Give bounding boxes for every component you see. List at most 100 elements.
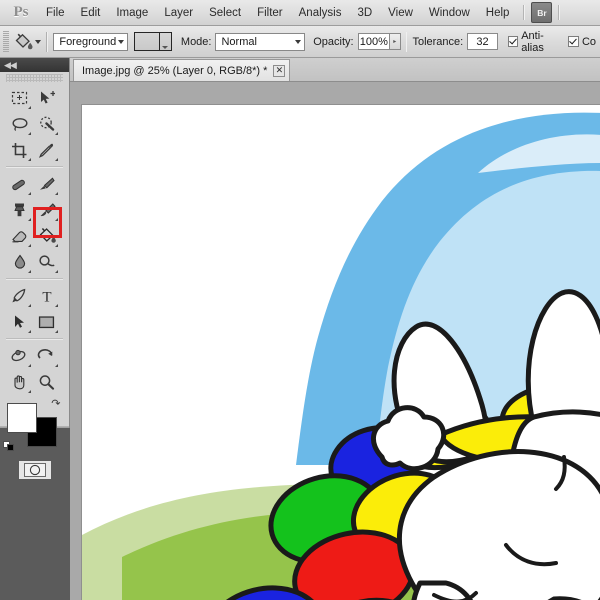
flyout-indicator	[55, 330, 58, 333]
flyout-indicator	[55, 192, 58, 195]
document-tab[interactable]: Image.jpg @ 25% (Layer 0, RGB/8*) * ✕	[73, 59, 291, 81]
menu-layer[interactable]: Layer	[156, 4, 201, 22]
flyout-indicator	[28, 390, 31, 393]
flyout-indicator	[55, 270, 58, 273]
menu-image[interactable]: Image	[108, 4, 156, 22]
tool-marquee[interactable]	[6, 85, 33, 111]
tool-hand[interactable]	[6, 369, 33, 395]
tool-eyedropper[interactable]	[33, 137, 60, 163]
tool-zoom[interactable]	[33, 369, 60, 395]
menu-help[interactable]: Help	[478, 4, 518, 22]
opacity-label: Opacity:	[313, 35, 354, 48]
options-divider-2	[405, 31, 408, 52]
document-canvas[interactable]	[82, 105, 600, 600]
collapse-arrows-icon: ◀◀	[4, 59, 17, 70]
tool-lasso[interactable]	[6, 111, 33, 137]
tool-3d-rotate[interactable]	[6, 343, 33, 369]
flyout-indicator	[28, 132, 31, 135]
tool-rectangle-shape[interactable]	[33, 309, 60, 335]
menu-edit[interactable]: Edit	[73, 4, 109, 22]
fill-source-value: Foreground	[59, 35, 117, 48]
default-colors-icon[interactable]	[2, 439, 15, 451]
close-icon[interactable]: ✕	[273, 64, 286, 77]
tool-horizontal-type[interactable]: T	[33, 283, 60, 309]
blend-mode-value: Normal	[221, 35, 257, 48]
tool-options-bar: Foreground Mode: Normal Opacity: 100% ▸ …	[0, 26, 600, 58]
launch-bridge-button[interactable]: Br	[531, 2, 553, 23]
tools-divider-2	[6, 278, 63, 280]
menu-view[interactable]: View	[380, 4, 421, 22]
tool-3d-orbit[interactable]	[33, 343, 60, 369]
flyout-indicator	[28, 364, 31, 367]
tool-eraser[interactable]	[6, 223, 33, 249]
paint-bucket-icon[interactable]	[11, 30, 36, 54]
tool-brush[interactable]	[33, 171, 60, 197]
flyout-indicator	[28, 304, 31, 307]
photoshop-logo-icon: Ps	[13, 4, 29, 20]
checkbox-icon	[507, 36, 519, 47]
blend-mode-chevron-down-icon	[295, 39, 302, 44]
swap-colors-icon[interactable]: ↷	[51, 397, 60, 410]
contiguous-label: Co	[581, 35, 597, 48]
options-divider-1	[46, 31, 49, 52]
tool-preset-chevron-down-icon[interactable]	[35, 39, 42, 44]
tool-spot-healing-brush[interactable]	[6, 171, 33, 197]
tool-path-selection[interactable]	[6, 309, 33, 335]
blend-mode-select[interactable]: Normal	[215, 32, 306, 51]
tools-divider-1	[6, 166, 63, 168]
tool-clone-stamp[interactable]	[6, 197, 33, 223]
flyout-indicator	[28, 158, 31, 161]
menu-3d[interactable]: 3D	[349, 4, 380, 22]
menu-bar: Ps File Edit Image Layer Select Filter A…	[0, 0, 600, 26]
flyout-indicator	[28, 192, 31, 195]
flyout-indicator	[55, 304, 58, 307]
tools-panel-grip[interactable]	[6, 74, 63, 82]
options-bar-grip[interactable]	[3, 30, 9, 53]
flyout-indicator	[28, 218, 31, 221]
pattern-swatch[interactable]	[134, 33, 159, 50]
menubar-divider	[523, 5, 526, 20]
flyout-indicator	[28, 330, 31, 333]
menu-filter[interactable]: Filter	[249, 4, 291, 22]
pattern-picker[interactable]	[133, 32, 172, 51]
opacity-stepper[interactable]: ▸	[390, 33, 401, 50]
tool-pen[interactable]	[6, 283, 33, 309]
tools-grid: T	[0, 83, 69, 395]
fill-source-chevron-down-icon	[117, 39, 124, 44]
tool-dodge[interactable]	[33, 249, 60, 275]
tool-move[interactable]	[33, 85, 60, 111]
svg-text:T: T	[42, 290, 51, 305]
menu-analysis[interactable]: Analysis	[291, 4, 350, 22]
quick-mask-mode-button[interactable]	[17, 460, 52, 480]
flyout-indicator	[55, 132, 58, 135]
menu-select[interactable]: Select	[201, 4, 249, 22]
contiguous-checkbox[interactable]: Co	[567, 35, 597, 48]
foreground-color-swatch[interactable]	[6, 403, 37, 433]
photoshop-window: Ps File Edit Image Layer Select Filter A…	[0, 0, 600, 600]
tool-crop[interactable]	[6, 137, 33, 163]
tools-panel: ◀◀ T ↷	[0, 58, 70, 480]
pattern-picker-arrow[interactable]	[158, 33, 171, 50]
anti-alias-label: Anti-alias	[521, 29, 544, 54]
tool-quick-selection[interactable]	[33, 111, 60, 137]
tolerance-label: Tolerance:	[412, 35, 464, 48]
menubar-divider-2	[558, 5, 561, 20]
document-tab-strip: Image.jpg @ 25% (Layer 0, RGB/8*) * ✕	[70, 58, 600, 82]
flyout-indicator	[28, 106, 31, 109]
tools-panel-collapse-bar[interactable]: ◀◀	[0, 58, 69, 72]
anti-alias-checkbox[interactable]: Anti-alias	[507, 29, 564, 54]
flyout-indicator	[55, 364, 58, 367]
tolerance-input[interactable]: 32	[467, 33, 498, 50]
flyout-indicator	[55, 244, 58, 247]
fill-source-select[interactable]: Foreground	[53, 32, 128, 51]
flyout-indicator	[55, 158, 58, 161]
checkbox-icon	[567, 36, 579, 47]
flyout-indicator	[28, 244, 31, 247]
menu-file[interactable]: File	[38, 4, 73, 22]
tool-blur[interactable]	[6, 249, 33, 275]
menu-window[interactable]: Window	[421, 4, 478, 22]
canvas-workspace[interactable]	[70, 82, 600, 600]
paint-bucket-tool-highlight	[33, 207, 62, 238]
opacity-input[interactable]: 100%	[357, 33, 390, 50]
artwork-easter-bunny	[82, 105, 600, 600]
